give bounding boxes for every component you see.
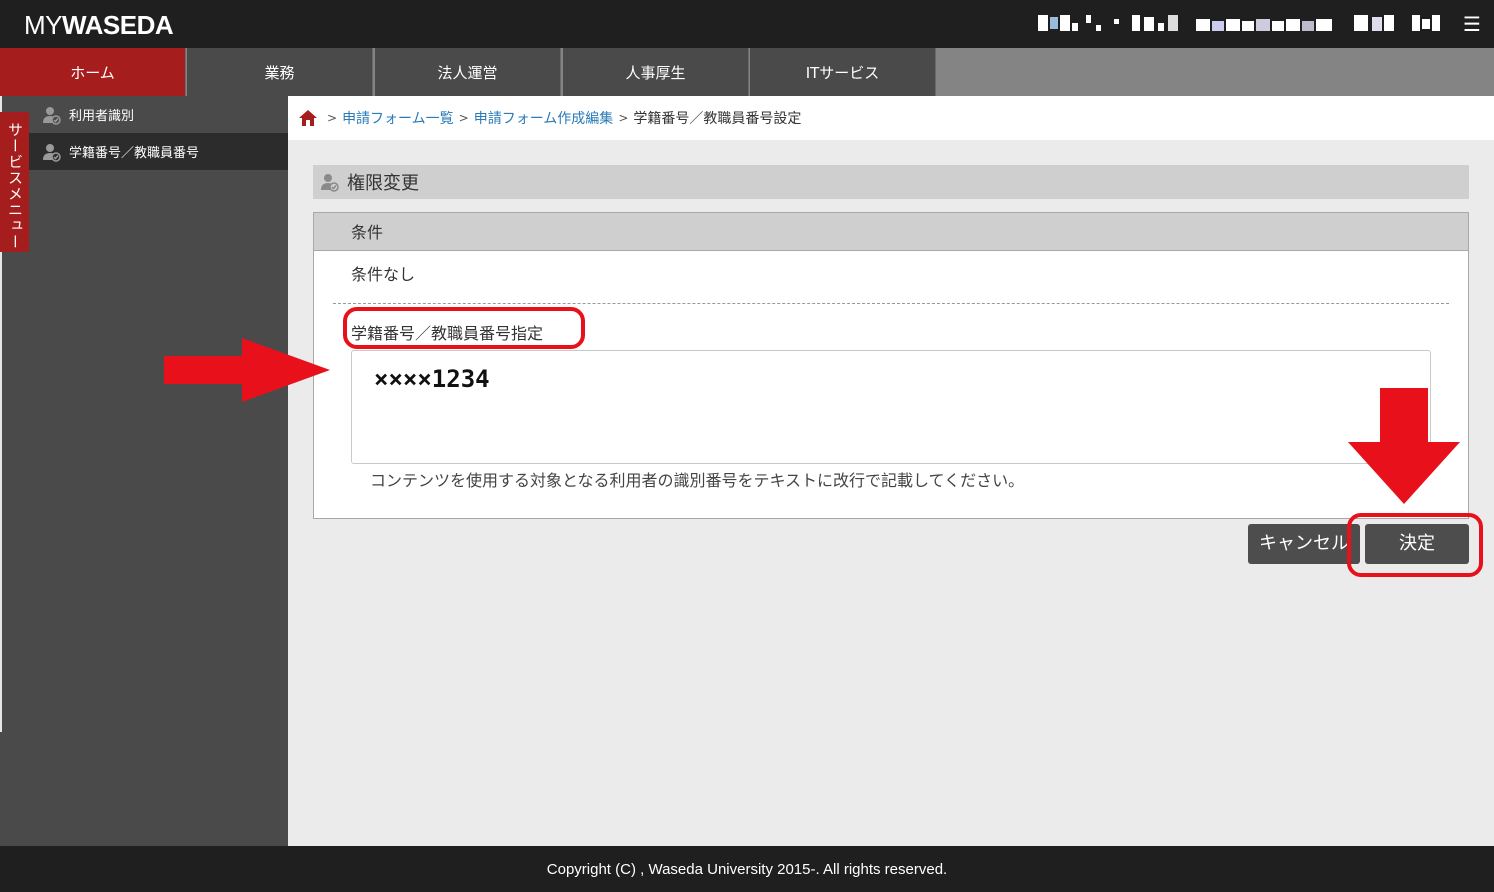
tab-hr[interactable]: 人事厚生: [563, 48, 749, 96]
id-field-hint: コンテンツを使用する対象となる利用者の識別番号をテキストに改行で記載してください…: [370, 471, 1025, 490]
breadcrumb-link-form-edit[interactable]: 申請フォーム作成編集: [474, 108, 614, 128]
breadcrumb-bar: > 申請フォーム一覧 > 申請フォーム作成編集 > 学籍番号／教職員番号設定: [288, 96, 1494, 140]
footer-copyright: Copyright (C) , Waseda University 2015-.…: [0, 846, 1494, 892]
breadcrumb: > 申請フォーム一覧 > 申請フォーム作成編集 > 学籍番号／教職員番号設定: [298, 108, 801, 128]
breadcrumb-separator: >: [327, 111, 338, 125]
breadcrumb-separator: >: [618, 111, 629, 125]
mywaseda-logo[interactable]: MYWASEDA: [24, 10, 174, 41]
tab-corporate[interactable]: 法人運営: [375, 48, 561, 96]
id-number-input[interactable]: [351, 350, 1431, 464]
user-check-icon: [43, 106, 61, 125]
breadcrumb-current: 学籍番号／教職員番号設定: [633, 111, 802, 127]
breadcrumb-link-form-list[interactable]: 申請フォーム一覧: [342, 108, 454, 128]
user-check-icon: [43, 143, 61, 162]
annotation-highlight-ok-button: [1347, 513, 1483, 577]
sidebar-item-label: 学籍番号／教職員番号: [69, 146, 200, 161]
breadcrumb-separator: >: [458, 111, 469, 125]
top-header: MYWASEDA ☰: [0, 0, 1494, 48]
service-menu-tab[interactable]: サービスメニュー: [0, 112, 29, 252]
hamburger-icon[interactable]: ☰: [1462, 14, 1482, 34]
sidebar-item-user-identification[interactable]: 利用者識別: [29, 96, 288, 133]
section-title: 権限変更: [347, 173, 419, 194]
annotation-arrow-right: [164, 338, 330, 402]
user-name-pixelated: [1038, 15, 1440, 31]
condition-text: 条件なし: [351, 265, 416, 284]
annotation-arrow-down: [1348, 388, 1460, 504]
sidebar: [0, 96, 288, 846]
condition-panel: 条件 条件なし 学籍番号／教職員番号指定 コンテンツを使用する対象となる利用者の…: [313, 212, 1469, 519]
annotation-highlight-label: [343, 307, 585, 349]
sidebar-item-label: 利用者識別: [69, 109, 135, 124]
tab-home[interactable]: ホーム: [0, 48, 186, 96]
tab-it-service[interactable]: ITサービス: [750, 48, 936, 96]
sidebar-item-id-number[interactable]: 学籍番号／教職員番号: [29, 133, 288, 170]
section-header: 権限変更: [313, 165, 1469, 199]
divider: [333, 303, 1449, 304]
panel-header: 条件: [314, 213, 1468, 251]
tab-business[interactable]: 業務: [187, 48, 373, 96]
cancel-button[interactable]: キャンセル: [1248, 524, 1360, 564]
home-icon[interactable]: [298, 109, 318, 127]
main-nav: ホーム 業務 法人運営 人事厚生 ITサービス: [0, 48, 1494, 96]
user-check-icon: [321, 174, 339, 192]
main-content: > 申請フォーム一覧 > 申請フォーム作成編集 > 学籍番号／教職員番号設定 権…: [288, 96, 1494, 846]
